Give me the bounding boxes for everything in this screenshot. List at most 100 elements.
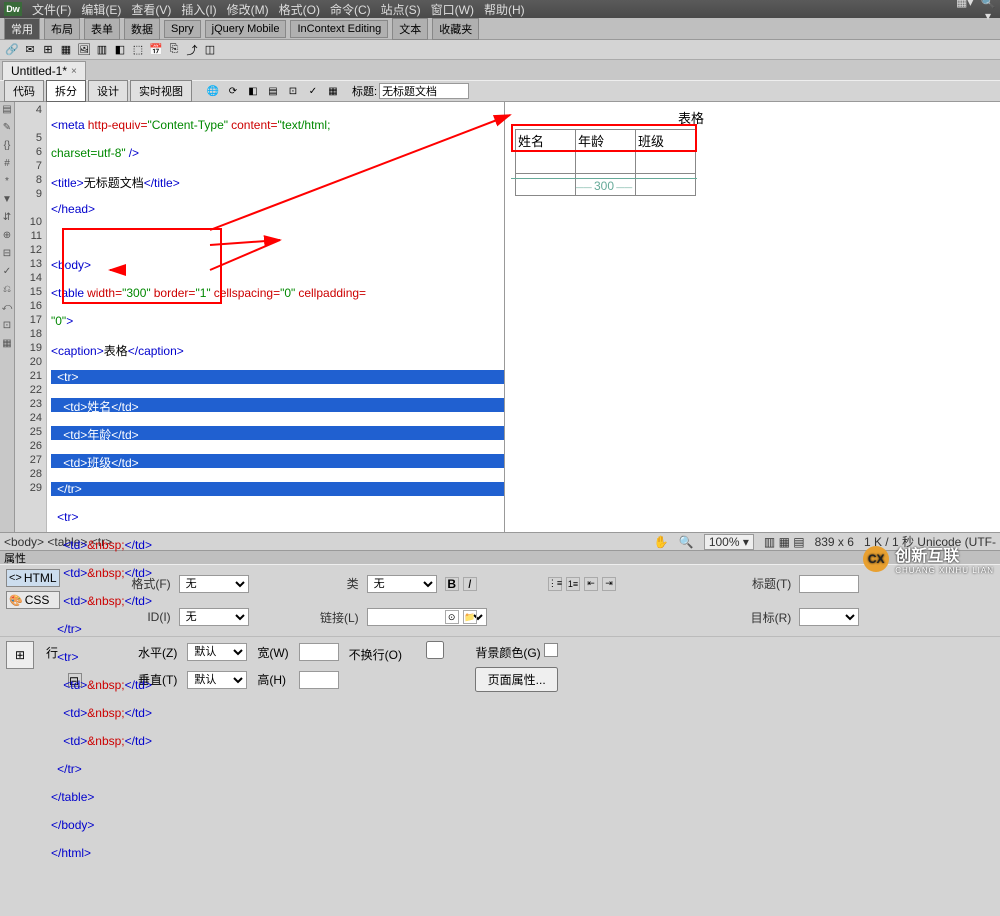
title2-input[interactable] bbox=[799, 575, 859, 593]
doc-tab-untitled[interactable]: Untitled-1* × bbox=[2, 61, 86, 80]
tb-icon[interactable]: ▦ bbox=[325, 83, 341, 99]
tb-icon[interactable]: 🖼 bbox=[76, 42, 92, 58]
sb-icon[interactable]: ⊟ bbox=[1, 248, 13, 260]
title2-label: 标题(T) bbox=[687, 575, 791, 592]
table-cell[interactable]: 姓名 bbox=[516, 130, 576, 152]
line-gutter: 4567891011121314151617181920212223242526… bbox=[15, 102, 47, 532]
insert-cat-common[interactable]: 常用 bbox=[4, 18, 40, 40]
tb-icon[interactable]: ✓ bbox=[305, 83, 321, 99]
table-cell[interactable]: 年龄 bbox=[576, 130, 636, 152]
tb-icon[interactable]: ◫ bbox=[202, 42, 218, 58]
tb-icon[interactable]: ⟳ bbox=[225, 83, 241, 99]
watermark-logo: CX bbox=[863, 546, 889, 572]
sb-icon[interactable]: ▦ bbox=[1, 338, 13, 350]
dimensions: 839 x 6 bbox=[815, 535, 854, 549]
insert-bar: 常用 布局 表单 数据 Spry jQuery Mobile InContext… bbox=[0, 18, 1000, 40]
view-design-button[interactable]: 设计 bbox=[88, 80, 128, 102]
code-sidebar: ▤ ✎ {} # * ▼ ⇵ ⊕ ⊟ ✓ ⎌ ⤺ ⊡ ▦ bbox=[0, 102, 15, 532]
bg-swatch[interactable] bbox=[544, 643, 558, 657]
menu-help[interactable]: 帮助(H) bbox=[480, 1, 529, 18]
menu-insert[interactable]: 插入(I) bbox=[177, 1, 220, 18]
tb-icon[interactable]: ⤴ bbox=[184, 42, 200, 58]
menu-site[interactable]: 站点(S) bbox=[377, 1, 425, 18]
titlebar-right: ▦▾ 🔍▾ bbox=[956, 0, 996, 23]
title-label: 标题: bbox=[352, 83, 377, 99]
sb-icon[interactable]: ✎ bbox=[1, 122, 13, 134]
outdent-icon[interactable]: ⇤ bbox=[584, 577, 598, 591]
app-logo: Dw bbox=[4, 2, 22, 16]
ol-icon[interactable]: 1≡ bbox=[566, 577, 580, 591]
tb-icon[interactable]: ⊡ bbox=[285, 83, 301, 99]
sb-icon[interactable]: * bbox=[1, 176, 13, 188]
tb-icon[interactable]: ▤ bbox=[265, 83, 281, 99]
tb-icon[interactable]: ✉ bbox=[22, 42, 38, 58]
tb-icon[interactable]: ⬚ bbox=[130, 42, 146, 58]
insert-cat-incontext[interactable]: InContext Editing bbox=[290, 20, 388, 38]
document-tabs: Untitled-1* × bbox=[0, 60, 1000, 80]
tb-icon[interactable]: 📅 bbox=[148, 42, 164, 58]
close-icon[interactable]: × bbox=[71, 66, 77, 77]
menu-window[interactable]: 窗口(W) bbox=[427, 1, 478, 18]
insert-toolbar: 🔗 ✉ ⊞ ▦ 🖼 ▥ ◧ ⬚ 📅 ⎘ ⤴ ◫ bbox=[0, 40, 1000, 60]
sb-icon[interactable]: ⤺ bbox=[1, 302, 13, 314]
sb-icon[interactable]: ▼ bbox=[1, 194, 13, 206]
tb-icon[interactable]: ◧ bbox=[245, 83, 261, 99]
table-row[interactable] bbox=[516, 152, 696, 174]
table-caption: 表格 bbox=[601, 108, 781, 127]
code-editor[interactable]: <meta http-equiv="Content-Type" content=… bbox=[47, 102, 504, 532]
ul-icon[interactable]: ⋮≡ bbox=[548, 577, 562, 591]
insert-cat-spry[interactable]: Spry bbox=[164, 20, 201, 38]
sb-icon[interactable]: ✓ bbox=[1, 266, 13, 278]
main-menu: 文件(F) 编辑(E) 查看(V) 插入(I) 修改(M) 格式(O) 命令(C… bbox=[28, 1, 529, 18]
table-cell[interactable]: 班级 bbox=[636, 130, 696, 152]
code-pane[interactable]: 4567891011121314151617181920212223242526… bbox=[15, 102, 505, 532]
table-cell[interactable] bbox=[516, 152, 576, 174]
tb-icon[interactable]: ▦ bbox=[58, 42, 74, 58]
menu-format[interactable]: 格式(O) bbox=[275, 1, 324, 18]
tb-globe-icon[interactable]: 🌐 bbox=[205, 83, 221, 99]
sb-icon[interactable]: ⊕ bbox=[1, 230, 13, 242]
list-icons: ⋮≡ 1≡ ⇤ ⇥ bbox=[548, 577, 679, 591]
tb-icon[interactable]: ▥ bbox=[94, 42, 110, 58]
view-live-button[interactable]: 实时视图 bbox=[130, 80, 192, 102]
tb-icon[interactable]: 🔗 bbox=[4, 42, 20, 58]
sb-icon[interactable]: {} bbox=[1, 140, 13, 152]
view-code-button[interactable]: 代码 bbox=[4, 80, 44, 102]
table-cell[interactable] bbox=[576, 152, 636, 174]
width-ruler: —— 300 —— bbox=[511, 178, 697, 188]
layout-icon[interactable]: ▦▾ bbox=[956, 0, 972, 23]
search-icon[interactable]: 🔍▾ bbox=[980, 0, 996, 23]
tb-icon[interactable]: ⊞ bbox=[40, 42, 56, 58]
menu-modify[interactable]: 修改(M) bbox=[223, 1, 273, 18]
sb-icon[interactable]: # bbox=[1, 158, 13, 170]
target-label: 目标(R) bbox=[687, 609, 791, 626]
zoom-select[interactable]: 100% ▾ bbox=[704, 534, 754, 550]
watermark: CX 创新互联 CHUANG XINHU LIAN bbox=[863, 542, 994, 575]
indent-icon[interactable]: ⇥ bbox=[602, 577, 616, 591]
sb-icon[interactable]: ⇵ bbox=[1, 212, 13, 224]
insert-cat-fav[interactable]: 收藏夹 bbox=[432, 18, 479, 40]
menu-file[interactable]: 文件(F) bbox=[28, 1, 75, 18]
menu-bar: Dw 文件(F) 编辑(E) 查看(V) 插入(I) 修改(M) 格式(O) 命… bbox=[0, 0, 1000, 18]
view-split-button[interactable]: 拆分 bbox=[46, 80, 86, 102]
insert-cat-jquery[interactable]: jQuery Mobile bbox=[205, 20, 287, 38]
insert-cat-data[interactable]: 数据 bbox=[124, 18, 160, 40]
menu-edit[interactable]: 编辑(E) bbox=[77, 1, 125, 18]
zoom-icon[interactable]: 🔍 bbox=[679, 535, 694, 549]
hand-icon[interactable]: ✋ bbox=[654, 535, 669, 549]
tb-icon[interactable]: ◧ bbox=[112, 42, 128, 58]
tb-icon[interactable]: ⎘ bbox=[166, 42, 182, 58]
menu-command[interactable]: 命令(C) bbox=[326, 1, 375, 18]
table-row[interactable]: 姓名 年龄 班级 bbox=[516, 130, 696, 152]
table-cell[interactable] bbox=[636, 152, 696, 174]
target-select[interactable] bbox=[799, 608, 859, 626]
title-input[interactable] bbox=[379, 83, 469, 99]
sb-icon[interactable]: ▤ bbox=[1, 104, 13, 116]
sb-icon[interactable]: ⊡ bbox=[1, 320, 13, 332]
design-pane[interactable]: 表格 姓名 年龄 班级 —— 300 —— bbox=[505, 102, 1000, 532]
insert-cat-text[interactable]: 文本 bbox=[392, 18, 428, 40]
insert-cat-form[interactable]: 表单 bbox=[84, 18, 120, 40]
menu-view[interactable]: 查看(V) bbox=[127, 1, 175, 18]
insert-cat-layout[interactable]: 布局 bbox=[44, 18, 80, 40]
sb-icon[interactable]: ⎌ bbox=[1, 284, 13, 296]
